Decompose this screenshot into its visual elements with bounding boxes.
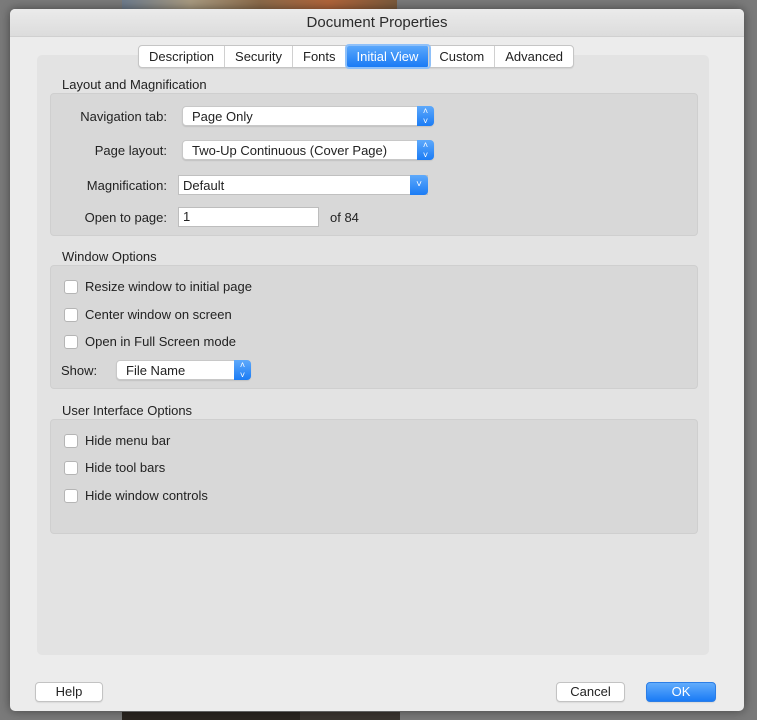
- hide-window-controls-checkbox[interactable]: [64, 488, 78, 503]
- center-window-checkbox-row[interactable]: Center window on screen: [64, 307, 232, 322]
- tab-advanced[interactable]: Advanced: [495, 46, 573, 67]
- tab-initial-view[interactable]: Initial View: [346, 46, 430, 67]
- show-select[interactable]: File Name ˄ ˅: [116, 360, 251, 380]
- open-to-page-label: Open to page:: [84, 210, 167, 225]
- tab-description[interactable]: Description: [139, 46, 226, 67]
- full-screen-checkbox-row[interactable]: Open in Full Screen mode: [64, 334, 236, 349]
- window-options-group: Resize window to initial page Center win…: [50, 265, 698, 389]
- initial-view-panel: Layout and Magnification Navigation tab:…: [37, 55, 709, 655]
- hide-tool-bars-label: Hide tool bars: [85, 460, 166, 475]
- page-count-label: of 84: [330, 210, 359, 225]
- ui-options-title: User Interface Options: [62, 403, 193, 418]
- full-screen-label: Open in Full Screen mode: [85, 334, 237, 349]
- page-layout-label: Page layout:: [94, 143, 167, 158]
- tab-bar: Description Security Fonts Initial View …: [138, 45, 575, 68]
- tab-fonts[interactable]: Fonts: [293, 46, 347, 67]
- show-value: File Name: [126, 363, 186, 378]
- hide-window-controls-label: Hide window controls: [85, 488, 208, 503]
- tab-security[interactable]: Security: [225, 46, 293, 67]
- help-button[interactable]: Help: [35, 682, 103, 702]
- updown-chevron-icon: ˄ ˅: [417, 140, 434, 160]
- ui-options-group: Hide menu bar Hide tool bars Hide window…: [50, 419, 698, 534]
- full-screen-checkbox[interactable]: [64, 334, 78, 349]
- chevron-down-icon: ˅: [410, 175, 428, 195]
- magnification-value: Default: [183, 178, 225, 193]
- center-window-checkbox[interactable]: [64, 307, 78, 322]
- updown-chevron-icon: ˄ ˅: [234, 360, 251, 380]
- tab-custom[interactable]: Custom: [429, 46, 496, 67]
- layout-magnification-group: Navigation tab: Page Only ˄ ˅ Page layout…: [50, 93, 698, 236]
- page-layout-value: Two-Up Continuous (Cover Page): [192, 143, 388, 158]
- cancel-button[interactable]: Cancel: [556, 682, 625, 702]
- dialog-title: Document Properties: [10, 9, 744, 37]
- layout-magnification-title: Layout and Magnification: [62, 77, 207, 92]
- navigation-tab-label: Navigation tab:: [80, 109, 167, 124]
- hide-tool-bars-checkbox[interactable]: [64, 460, 78, 475]
- navigation-tab-value: Page Only: [192, 109, 253, 124]
- resize-window-checkbox-row[interactable]: Resize window to initial page: [64, 279, 252, 294]
- hide-menu-bar-label: Hide menu bar: [85, 433, 171, 448]
- navigation-tab-select[interactable]: Page Only ˄ ˅: [182, 106, 434, 126]
- center-window-label: Center window on screen: [85, 307, 232, 322]
- page-layout-select[interactable]: Two-Up Continuous (Cover Page) ˄ ˅: [182, 140, 434, 160]
- magnification-label: Magnification:: [86, 178, 167, 193]
- window-options-title: Window Options: [62, 249, 157, 264]
- resize-window-label: Resize window to initial page: [85, 279, 252, 294]
- open-to-page-input[interactable]: 1: [178, 207, 319, 227]
- document-properties-dialog: Document Properties Description Security…: [10, 9, 744, 711]
- magnification-combo[interactable]: Default ˅: [178, 175, 428, 195]
- hide-menu-bar-row[interactable]: Hide menu bar: [64, 433, 170, 448]
- hide-tool-bars-row[interactable]: Hide tool bars: [64, 460, 165, 475]
- resize-window-checkbox[interactable]: [64, 279, 78, 294]
- background-document-image: [300, 712, 400, 720]
- updown-chevron-icon: ˄ ˅: [417, 106, 434, 126]
- hide-window-controls-row[interactable]: Hide window controls: [64, 488, 208, 503]
- ok-button[interactable]: OK: [646, 682, 716, 702]
- show-label: Show:: [61, 363, 98, 378]
- hide-menu-bar-checkbox[interactable]: [64, 433, 78, 448]
